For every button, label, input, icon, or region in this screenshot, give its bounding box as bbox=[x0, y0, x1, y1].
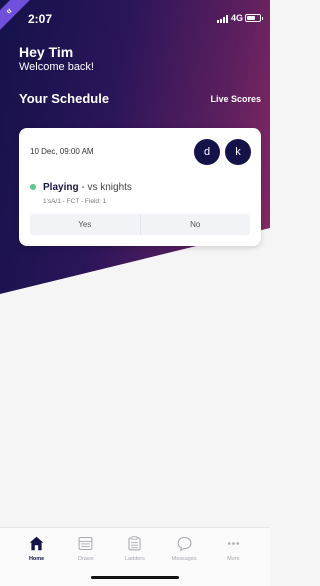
ladders-icon bbox=[128, 536, 142, 551]
tab-label: Messages bbox=[171, 556, 197, 562]
draws-icon bbox=[78, 537, 93, 550]
more-icon bbox=[227, 542, 239, 545]
battery-level bbox=[247, 16, 256, 20]
status-dot bbox=[30, 184, 36, 190]
messages-icon bbox=[177, 537, 192, 552]
greeting: Hey Tim Welcome back! bbox=[19, 44, 94, 73]
tab-label: More bbox=[227, 556, 240, 562]
tab-home[interactable]: Home bbox=[14, 528, 60, 586]
match-opponent: - vs knights bbox=[78, 182, 132, 193]
live-scores-link[interactable]: Live Scores bbox=[210, 94, 261, 104]
match-card[interactable]: 10 Dec, 09:00 AM d k Playing - vs knight… bbox=[19, 128, 261, 246]
no-button[interactable]: No bbox=[139, 214, 251, 235]
status-bar: α 2:07 4G bbox=[0, 0, 270, 36]
schedule-title: Your Schedule bbox=[19, 91, 110, 106]
tab-label: Home bbox=[28, 556, 45, 562]
yes-button[interactable]: Yes bbox=[30, 214, 140, 235]
greeting-subtitle: Welcome back! bbox=[19, 61, 94, 73]
status-time: 2:07 bbox=[28, 12, 53, 26]
availability-toggle: Yes No bbox=[30, 214, 250, 235]
match-details: 1'sA/1 - FCT - Field: 1 bbox=[43, 198, 107, 205]
avatar: k bbox=[225, 139, 251, 165]
tab-more[interactable]: More bbox=[210, 528, 256, 586]
match-status: Playing bbox=[43, 182, 79, 193]
match-date: 10 Dec, 09:00 AM bbox=[30, 147, 94, 156]
network-type: 4G bbox=[231, 13, 244, 23]
battery-icon bbox=[245, 14, 263, 22]
greeting-title: Hey Tim bbox=[19, 44, 74, 60]
match-title: Playing - vs knights bbox=[43, 182, 132, 193]
tab-label: Ladders bbox=[125, 556, 145, 562]
signal-icon bbox=[217, 15, 228, 23]
home-icon bbox=[29, 536, 44, 551]
avatar: d bbox=[194, 139, 220, 165]
tab-label: Draws bbox=[77, 556, 94, 562]
home-indicator bbox=[91, 576, 179, 579]
